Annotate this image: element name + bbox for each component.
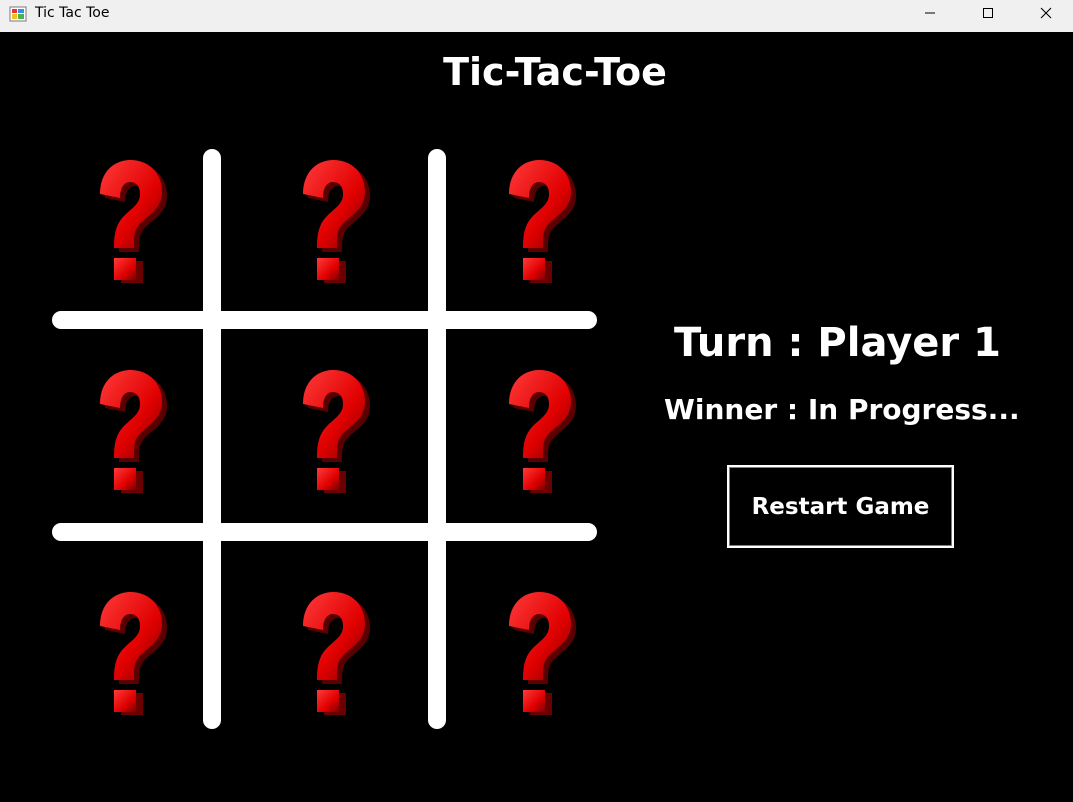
board-cell-r2-c1[interactable]: [58, 360, 188, 500]
restart-game-button[interactable]: Restart Game: [727, 465, 954, 548]
question-mark-icon: [78, 154, 168, 286]
minimize-button[interactable]: [901, 0, 959, 26]
close-icon: [1040, 7, 1052, 19]
game-window: Tic Tac Toe Tic-Tac-Toe Turn : Player 1: [0, 0, 1073, 802]
game-title: Tic-Tac-Toe: [443, 50, 667, 94]
turn-label: Turn : Player 1: [674, 320, 1001, 366]
close-button[interactable]: [1017, 0, 1073, 26]
title-bar[interactable]: Tic Tac Toe: [0, 0, 1073, 32]
board-cell-r1-c1[interactable]: [58, 150, 188, 290]
board-cell-r3-c1[interactable]: [58, 582, 188, 722]
board-cell-r2-c3[interactable]: [467, 360, 597, 500]
window-title: Tic Tac Toe: [35, 5, 110, 21]
question-mark-icon: [487, 586, 577, 718]
question-mark-icon: [487, 364, 577, 496]
maximize-button[interactable]: [959, 0, 1017, 26]
app-icon: [9, 6, 27, 22]
question-mark-icon: [78, 364, 168, 496]
question-mark-icon: [78, 586, 168, 718]
question-mark-icon: [281, 364, 371, 496]
question-mark-icon: [281, 154, 371, 286]
question-mark-icon: [281, 586, 371, 718]
board-cell-r3-c2[interactable]: [261, 582, 391, 722]
board-cell-r3-c3[interactable]: [467, 582, 597, 722]
minimize-icon: [925, 12, 935, 14]
maximize-icon: [983, 8, 993, 18]
board-cell-r1-c3[interactable]: [467, 150, 597, 290]
winner-label: Winner : In Progress...: [664, 393, 1020, 426]
board-cell-r1-c2[interactable]: [261, 150, 391, 290]
question-mark-icon: [487, 154, 577, 286]
board-cell-r2-c2[interactable]: [261, 360, 391, 500]
